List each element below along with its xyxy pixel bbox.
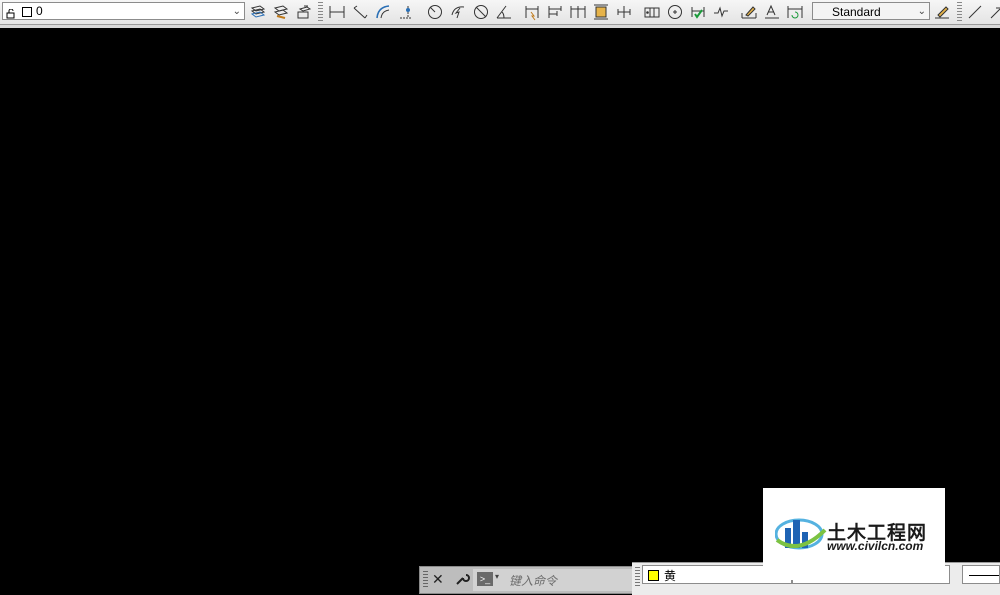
layer-name: 0: [36, 4, 43, 18]
toolbar-grip[interactable]: [318, 2, 323, 22]
inspection-icon[interactable]: [689, 3, 707, 21]
chevron-down-icon: ⌄: [232, 6, 241, 17]
ordinate-icon[interactable]: [397, 3, 415, 21]
lineweight-dropdown[interactable]: [962, 565, 1000, 584]
tolerance-icon[interactable]: [643, 3, 661, 21]
layer-properties-icon[interactable]: [249, 3, 267, 21]
continue-icon[interactable]: [569, 3, 587, 21]
jogged-linear-icon[interactable]: [712, 3, 730, 21]
customize-wrench-icon[interactable]: [454, 571, 470, 587]
diameter-icon[interactable]: [472, 3, 490, 21]
baseline-icon[interactable]: [546, 3, 564, 21]
aligned-dimension-icon[interactable]: [351, 3, 369, 21]
chevron-down-icon: ⌄: [917, 6, 926, 17]
dim-style-label: Standard: [832, 5, 881, 19]
layer-lock-icon: [6, 6, 16, 19]
quick-dimension-icon[interactable]: [523, 3, 541, 21]
watermark-logo: 土木工程网 www.civilcn.com: [763, 488, 945, 580]
close-icon[interactable]: ✕: [432, 571, 444, 588]
command-prompt-icon[interactable]: >_: [477, 572, 493, 586]
lineweight-preview: [969, 575, 999, 576]
dimension-break-icon[interactable]: [615, 3, 633, 21]
layer-dropdown[interactable]: 0 ⌄: [2, 2, 245, 20]
layer-states-icon[interactable]: [272, 3, 290, 21]
make-current-layer-icon[interactable]: [295, 3, 313, 21]
dim-style-dropdown[interactable]: Standard ⌄: [812, 2, 930, 20]
linear-dimension-icon[interactable]: [328, 3, 346, 21]
angular-icon[interactable]: [495, 3, 513, 21]
line-icon[interactable]: [966, 3, 984, 21]
command-line-grip[interactable]: [423, 571, 428, 589]
edit-dimension-icon[interactable]: [740, 3, 758, 21]
update-dimension-icon[interactable]: [786, 3, 804, 21]
arc-length-icon[interactable]: [374, 3, 392, 21]
toolbar-top: 0 ⌄ Standard ⌄: [0, 0, 1000, 25]
color-label: 黄: [664, 569, 677, 583]
radius-icon[interactable]: [426, 3, 444, 21]
layer-color-swatch-icon: [22, 7, 32, 17]
arrow-icon[interactable]: [988, 3, 1000, 21]
watermark-url: www.civilcn.com: [827, 539, 924, 553]
jogged-icon[interactable]: [449, 3, 467, 21]
dimension-space-icon[interactable]: [592, 3, 610, 21]
edit-text-icon[interactable]: [763, 3, 781, 21]
chevron-down-icon[interactable]: ▾: [495, 572, 499, 581]
civilcn-logo-icon: [774, 510, 829, 554]
toolbar-grip[interactable]: [957, 2, 962, 22]
command-placeholder: 键入命令: [509, 574, 558, 588]
toolbar-grip[interactable]: [635, 567, 640, 587]
dimension-style-icon[interactable]: [933, 3, 951, 21]
color-swatch-icon: [648, 570, 659, 581]
center-mark-icon[interactable]: [666, 3, 684, 21]
